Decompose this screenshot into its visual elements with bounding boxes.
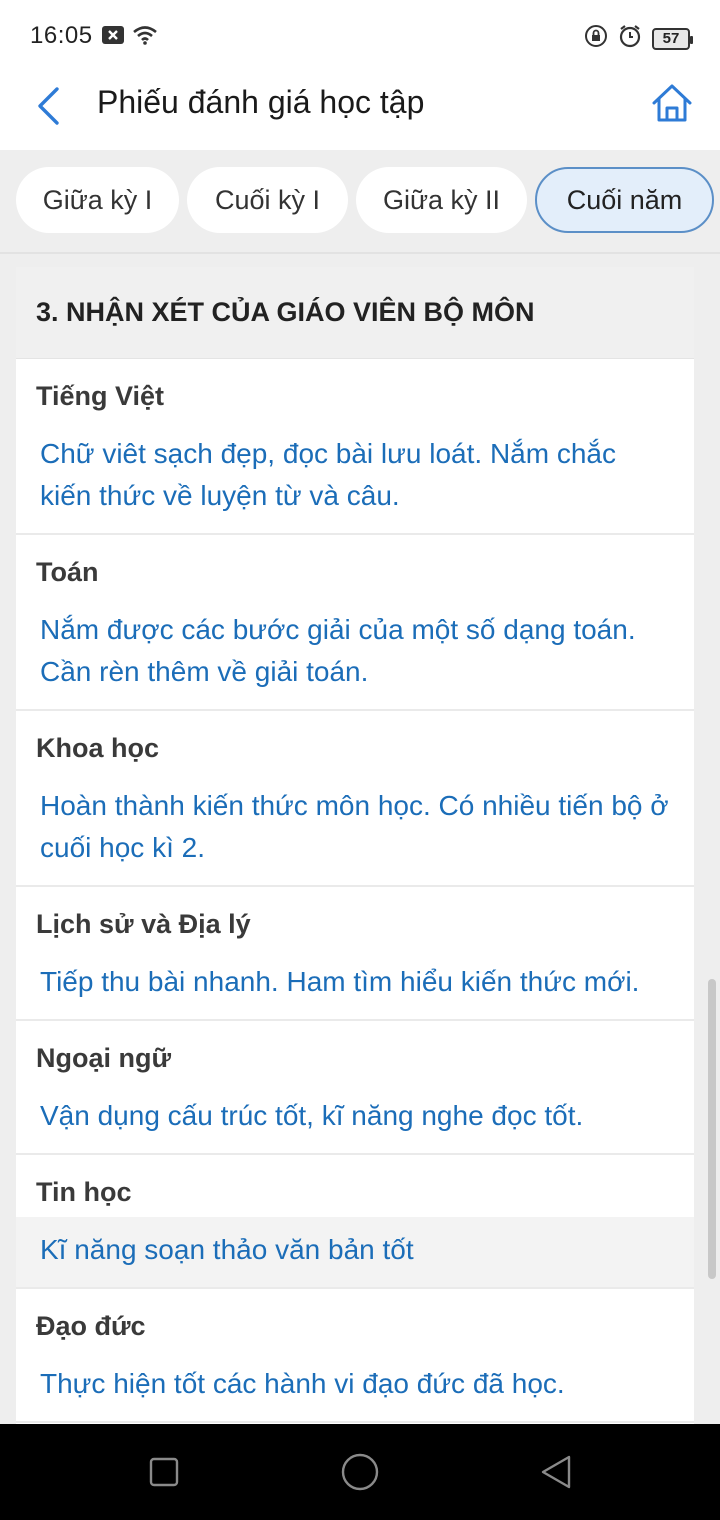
home-icon <box>652 84 692 122</box>
app-header: Phiếu đánh giá học tập <box>0 74 720 150</box>
subject-name: Tiếng Việt <box>36 381 165 411</box>
section-title: 3. NHẬN XÉT CỦA GIÁO VIÊN BỘ MÔN <box>16 267 694 359</box>
home-circle-icon <box>341 1453 379 1491</box>
teacher-comments-card: 3. NHẬN XÉT CỦA GIÁO VIÊN BỘ MÔN Tiếng V… <box>16 267 694 1424</box>
tab-cuoi-ky-1[interactable]: Cuối kỳ I <box>187 167 348 233</box>
period-tabs: Giữa kỳ I Cuối kỳ I Giữa kỳ II Cuối năm <box>0 150 720 254</box>
home-nav-button[interactable] <box>336 1448 384 1496</box>
subject-item: Lịch sử và Địa lý Tiếp thu bài nhanh. Ha… <box>16 887 694 1021</box>
subject-comment: Hoàn thành kiến thức môn học. Có nhiều t… <box>40 790 669 863</box>
subject-name: Đạo đức <box>36 1311 146 1341</box>
subject-name: Lịch sử và Địa lý <box>36 909 251 939</box>
recent-apps-button[interactable] <box>140 1448 188 1496</box>
status-right-icons: 57 <box>584 24 693 53</box>
subject-name: Tin học <box>36 1177 132 1207</box>
home-button[interactable] <box>648 78 696 128</box>
status-bar: 16:05 57 <box>0 0 720 74</box>
lock-rotation-icon <box>584 24 608 53</box>
subject-item: Đạo đức Thực hiện tốt các hành vi đạo đứ… <box>16 1289 694 1423</box>
page-title: Phiếu đánh giá học tập <box>97 84 425 120</box>
alarm-icon <box>618 24 642 53</box>
status-time: 16:05 <box>30 22 93 49</box>
content-scroll-area[interactable]: 3. NHẬN XÉT CỦA GIÁO VIÊN BỘ MÔN Tiếng V… <box>0 254 720 1424</box>
back-triangle-icon <box>541 1455 571 1489</box>
subject-comment: Vận dụng cấu trúc tốt, kĩ năng nghe đọc … <box>40 1100 584 1131</box>
back-chevron-icon <box>38 87 59 125</box>
subject-item: Ngoại ngữ Vận dụng cấu trúc tốt, kĩ năng… <box>16 1021 694 1155</box>
subject-item: Khoa học Hoàn thành kiến thức môn học. C… <box>16 711 694 887</box>
status-left-icons <box>102 25 158 50</box>
subject-item: Tiếng Việt Chữ viêt sạch đẹp, đọc bài lư… <box>16 359 694 535</box>
tab-cuoi-nam[interactable]: Cuối năm <box>535 167 714 233</box>
back-nav-button[interactable] <box>532 1448 580 1496</box>
subject-name: Toán <box>36 557 99 587</box>
subject-comment: Chữ viêt sạch đẹp, đọc bài lưu loát. Nắm… <box>40 438 616 511</box>
recent-apps-icon <box>149 1457 179 1487</box>
subject-name: Khoa học <box>36 733 160 763</box>
subject-comment: Kĩ năng soạn thảo văn bản tốt <box>16 1217 694 1287</box>
tab-giua-ky-1[interactable]: Giữa kỳ I <box>16 167 179 233</box>
notification-x-icon <box>102 26 124 49</box>
back-button[interactable] <box>28 80 68 132</box>
subject-comment: Thực hiện tốt các hành vi đạo đức đã học… <box>40 1368 565 1399</box>
subject-item: Toán Nắm được các bước giải của một số d… <box>16 535 694 711</box>
wifi-icon <box>132 25 158 50</box>
battery-icon: 57 <box>652 27 693 50</box>
subject-comment: Tiếp thu bài nhanh. Ham tìm hiểu kiến th… <box>40 966 640 997</box>
subject-item: Tin học Kĩ năng soạn thảo văn bản tốt <box>16 1155 694 1289</box>
tab-giua-ky-2[interactable]: Giữa kỳ II <box>356 167 527 233</box>
subject-name: Ngoại ngữ <box>36 1043 172 1073</box>
subject-comment: Nắm được các bước giải của một số dạng t… <box>40 614 636 687</box>
system-nav-bar <box>0 1424 720 1520</box>
scrollbar[interactable] <box>708 979 716 1279</box>
